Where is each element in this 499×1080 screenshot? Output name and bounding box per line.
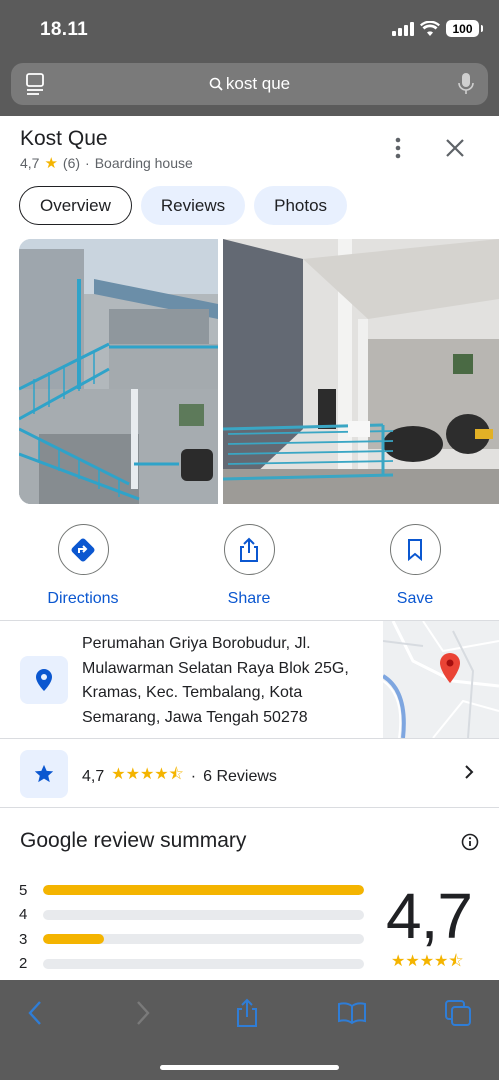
share-button[interactable]: Share bbox=[189, 524, 309, 608]
status-bar: 18.11 100 bbox=[0, 0, 499, 58]
histogram-fill bbox=[43, 934, 104, 945]
home-indicator[interactable] bbox=[160, 1065, 339, 1070]
meta-separator: · bbox=[85, 155, 90, 171]
url-field[interactable]: kost que bbox=[11, 74, 488, 94]
status-icons: 100 bbox=[392, 20, 483, 37]
location-pin-icon bbox=[20, 656, 68, 704]
info-icon[interactable] bbox=[461, 833, 479, 851]
forward-icon bbox=[137, 1001, 150, 1025]
histogram-track bbox=[43, 885, 364, 896]
directions-label: Directions bbox=[47, 590, 119, 607]
back-icon bbox=[28, 1001, 41, 1025]
histogram-track bbox=[43, 958, 364, 969]
histogram-row: 4 bbox=[19, 903, 364, 928]
forward-button[interactable] bbox=[128, 998, 158, 1028]
histogram-label: 4 bbox=[19, 906, 28, 924]
rating-summary: 4,7 ★★★★⯪ · 6 Reviews bbox=[82, 763, 277, 790]
microphone-icon[interactable] bbox=[458, 72, 474, 96]
average-stars: ★★★★⯪ bbox=[391, 953, 464, 970]
battery-icon: 100 bbox=[446, 20, 483, 37]
share-icon bbox=[237, 998, 257, 1027]
rating-row[interactable]: 4,7 ★★★★⯪ · 6 Reviews bbox=[0, 739, 499, 807]
place-photo[interactable] bbox=[19, 239, 218, 504]
tabs: Overview Reviews Photos bbox=[19, 186, 348, 225]
save-button[interactable]: Save bbox=[355, 524, 475, 608]
place-meta: 4,7 ★ (6) · Boarding house bbox=[20, 154, 193, 172]
share-toolbar-button[interactable] bbox=[232, 998, 262, 1028]
histogram-row: 2 bbox=[19, 952, 364, 977]
place-rating: 4,7 bbox=[20, 155, 40, 171]
histogram-label: 3 bbox=[19, 930, 28, 948]
search-icon bbox=[209, 77, 223, 91]
histogram-label: 5 bbox=[19, 881, 28, 899]
average-rating: 4,7 bbox=[386, 880, 473, 952]
star-icon bbox=[20, 750, 68, 798]
place-sheet: Kost Que 4,7 ★ (6) · Boarding house Over… bbox=[0, 116, 499, 980]
share-label: Share bbox=[227, 590, 271, 607]
place-photo[interactable] bbox=[223, 239, 499, 504]
star-icon: ★ bbox=[44, 155, 58, 172]
book-icon bbox=[338, 1002, 366, 1025]
action-row: Directions Share Save bbox=[0, 524, 499, 607]
address-bar[interactable]: kost que bbox=[11, 63, 488, 105]
tabs-icon bbox=[445, 1000, 471, 1026]
share-icon bbox=[223, 524, 275, 575]
rating-separator: · bbox=[190, 767, 197, 785]
tab-reviews[interactable]: Reviews bbox=[140, 186, 246, 225]
review-summary-title: Google review summary bbox=[20, 829, 247, 852]
rating-histogram: 5 4 3 2 bbox=[19, 878, 364, 976]
save-label: Save bbox=[396, 590, 434, 607]
cellular-signal-icon bbox=[392, 21, 414, 36]
address-text: Perumahan Griya Borobudur, Jl. Mulawarma… bbox=[82, 635, 349, 726]
place-category: Boarding house bbox=[94, 155, 193, 171]
close-icon[interactable] bbox=[443, 136, 467, 160]
histogram-label: 2 bbox=[19, 955, 28, 973]
browser-toolbar bbox=[0, 980, 499, 1080]
status-time: 18.11 bbox=[40, 19, 88, 40]
wifi-icon bbox=[420, 21, 440, 36]
histogram-track bbox=[43, 934, 364, 945]
tab-photos[interactable]: Photos bbox=[254, 186, 348, 225]
address-row[interactable]: Perumahan Griya Borobudur, Jl. Mulawarma… bbox=[0, 621, 499, 738]
rating-value: 4,7 bbox=[82, 767, 105, 785]
back-button[interactable] bbox=[20, 998, 50, 1028]
bookmarks-button[interactable] bbox=[337, 998, 367, 1028]
place-review-count: (6) bbox=[62, 155, 81, 171]
rating-stars: ★★★★⯪ bbox=[111, 766, 184, 783]
divider bbox=[0, 807, 499, 808]
chevron-right-icon bbox=[465, 765, 474, 779]
histogram-row: 5 bbox=[19, 878, 364, 903]
url-query: kost que bbox=[225, 74, 291, 93]
histogram-fill bbox=[43, 885, 364, 896]
bookmark-icon bbox=[389, 524, 441, 575]
directions-icon bbox=[57, 524, 109, 575]
directions-button[interactable]: Directions bbox=[23, 524, 143, 608]
tabs-button[interactable] bbox=[443, 998, 473, 1028]
map-thumbnail[interactable] bbox=[383, 621, 499, 738]
more-options-icon[interactable] bbox=[387, 136, 409, 160]
tab-overview[interactable]: Overview bbox=[19, 186, 132, 225]
histogram-row: 3 bbox=[19, 927, 364, 952]
place-name: Kost Que bbox=[20, 127, 108, 150]
histogram-track bbox=[43, 909, 364, 920]
reviews-count: 6 Reviews bbox=[203, 767, 277, 785]
